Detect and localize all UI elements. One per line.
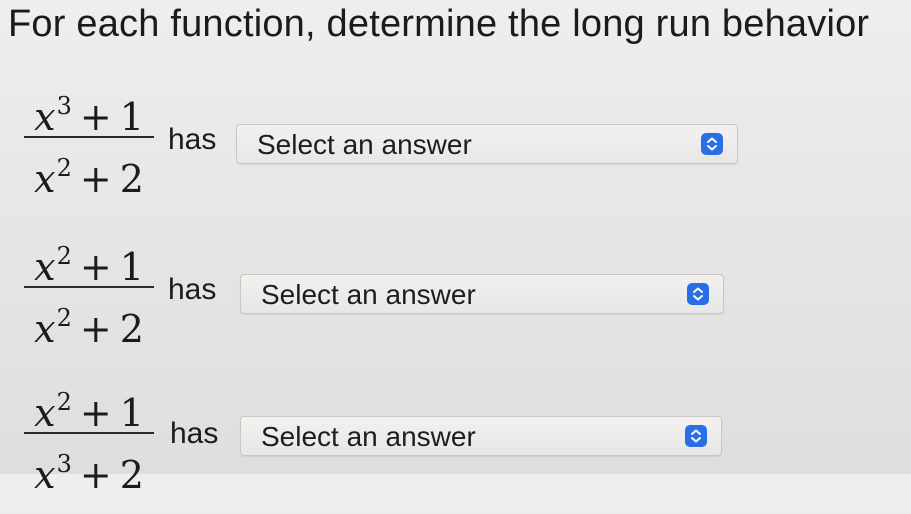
denominator-operator: + (79, 157, 112, 201)
numerator-exponent: 3 (56, 92, 72, 120)
denominator-variable: x (34, 453, 56, 497)
numerator-operator: + (79, 245, 112, 289)
denominator-constant: 2 (119, 157, 144, 201)
denominator-exponent: 2 (56, 154, 72, 182)
answer-select-1[interactable]: Select an answer (236, 124, 738, 164)
numerator-operator: + (79, 391, 112, 435)
denominator-constant: 2 (119, 307, 144, 351)
has-label: has (168, 273, 217, 306)
numerator-variable: x (34, 245, 56, 289)
select-value: Select an answer (261, 421, 476, 452)
numerator: x2 +1 (24, 234, 154, 289)
answer-select-2[interactable]: Select an answer (240, 274, 724, 314)
denominator-operator: + (79, 453, 112, 497)
up-down-chevron-icon (685, 425, 707, 447)
numerator-exponent: 2 (56, 388, 72, 416)
denominator: x2 +2 (24, 146, 154, 201)
has-label: has (170, 417, 219, 450)
rational-function-1: x3 +1 x2 +2 (24, 84, 154, 214)
up-down-chevron-icon (701, 133, 723, 155)
answer-select-3[interactable]: Select an answer (240, 416, 722, 456)
problem-3: x2 +1 x3 +2 has Select an answer (0, 384, 911, 514)
fraction-bar (24, 286, 154, 288)
numerator-variable: x (34, 95, 56, 139)
denominator-operator: + (79, 307, 112, 351)
rational-function-2: x2 +1 x2 +2 (24, 234, 154, 364)
numerator-operator: + (79, 95, 112, 139)
denominator-constant: 2 (119, 453, 144, 497)
numerator: x2 +1 (24, 380, 154, 435)
rational-function-3: x2 +1 x3 +2 (24, 380, 154, 510)
denominator-variable: x (34, 307, 56, 351)
numerator-variable: x (34, 391, 56, 435)
denominator-exponent: 2 (56, 304, 72, 332)
problem-2: x2 +1 x2 +2 has Select an answer (0, 234, 911, 364)
denominator-variable: x (34, 157, 56, 201)
numerator-constant: 1 (119, 391, 144, 435)
fraction-bar (24, 136, 154, 138)
numerator-constant: 1 (119, 95, 144, 139)
problem-1: x3 +1 x2 +2 has Select an answer (0, 84, 911, 214)
select-value: Select an answer (257, 129, 472, 160)
fraction-bar (24, 432, 154, 434)
instruction-text: For each function, determine the long ru… (8, 3, 870, 45)
denominator: x2 +2 (24, 296, 154, 351)
denominator: x3 +2 (24, 442, 154, 497)
up-down-chevron-icon (687, 283, 709, 305)
numerator-exponent: 2 (56, 242, 72, 270)
select-value: Select an answer (261, 279, 476, 310)
numerator: x3 +1 (24, 84, 154, 139)
has-label: has (168, 123, 217, 156)
numerator-constant: 1 (119, 245, 144, 289)
